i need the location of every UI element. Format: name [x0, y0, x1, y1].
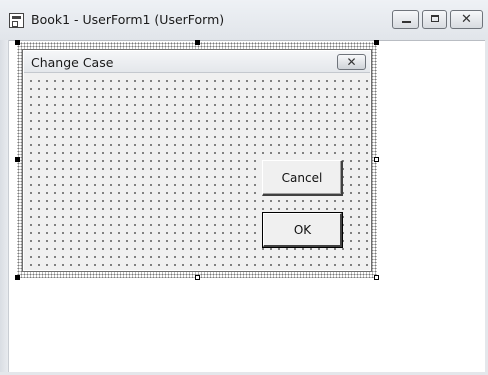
resize-handle-top-right: [374, 40, 379, 45]
cancel-button[interactable]: Cancel: [262, 160, 343, 196]
maximize-button[interactable]: [422, 10, 447, 29]
resize-handle-top-left: [15, 40, 20, 45]
ok-button-label: OK: [293, 223, 312, 237]
window-titlebar[interactable]: Book1 - UserForm1 (UserForm) ✕: [0, 0, 488, 40]
resize-handle-bottom-center[interactable]: [195, 275, 200, 280]
close-icon: ✕: [346, 55, 357, 69]
resize-handle-middle-right[interactable]: [374, 157, 379, 162]
resize-handle-middle-left: [15, 157, 20, 162]
ok-button[interactable]: OK: [262, 212, 343, 248]
userform-close-button[interactable]: ✕: [337, 54, 366, 70]
userform-titlebar[interactable]: Change Case ✕: [24, 51, 370, 73]
window-left-border: [0, 40, 9, 375]
userform-caption: Change Case: [31, 55, 114, 70]
minimize-button[interactable]: [392, 10, 419, 29]
close-button[interactable]: ✕: [450, 10, 483, 29]
close-icon: ✕: [461, 12, 472, 27]
cancel-button-label: Cancel: [281, 171, 323, 185]
window-title: Book1 - UserForm1 (UserForm): [31, 12, 225, 27]
resize-handle-bottom-right[interactable]: [374, 275, 379, 280]
resize-handle-bottom-left: [15, 275, 20, 280]
userform-icon: [9, 13, 24, 28]
resize-handle-top-center: [195, 40, 200, 45]
